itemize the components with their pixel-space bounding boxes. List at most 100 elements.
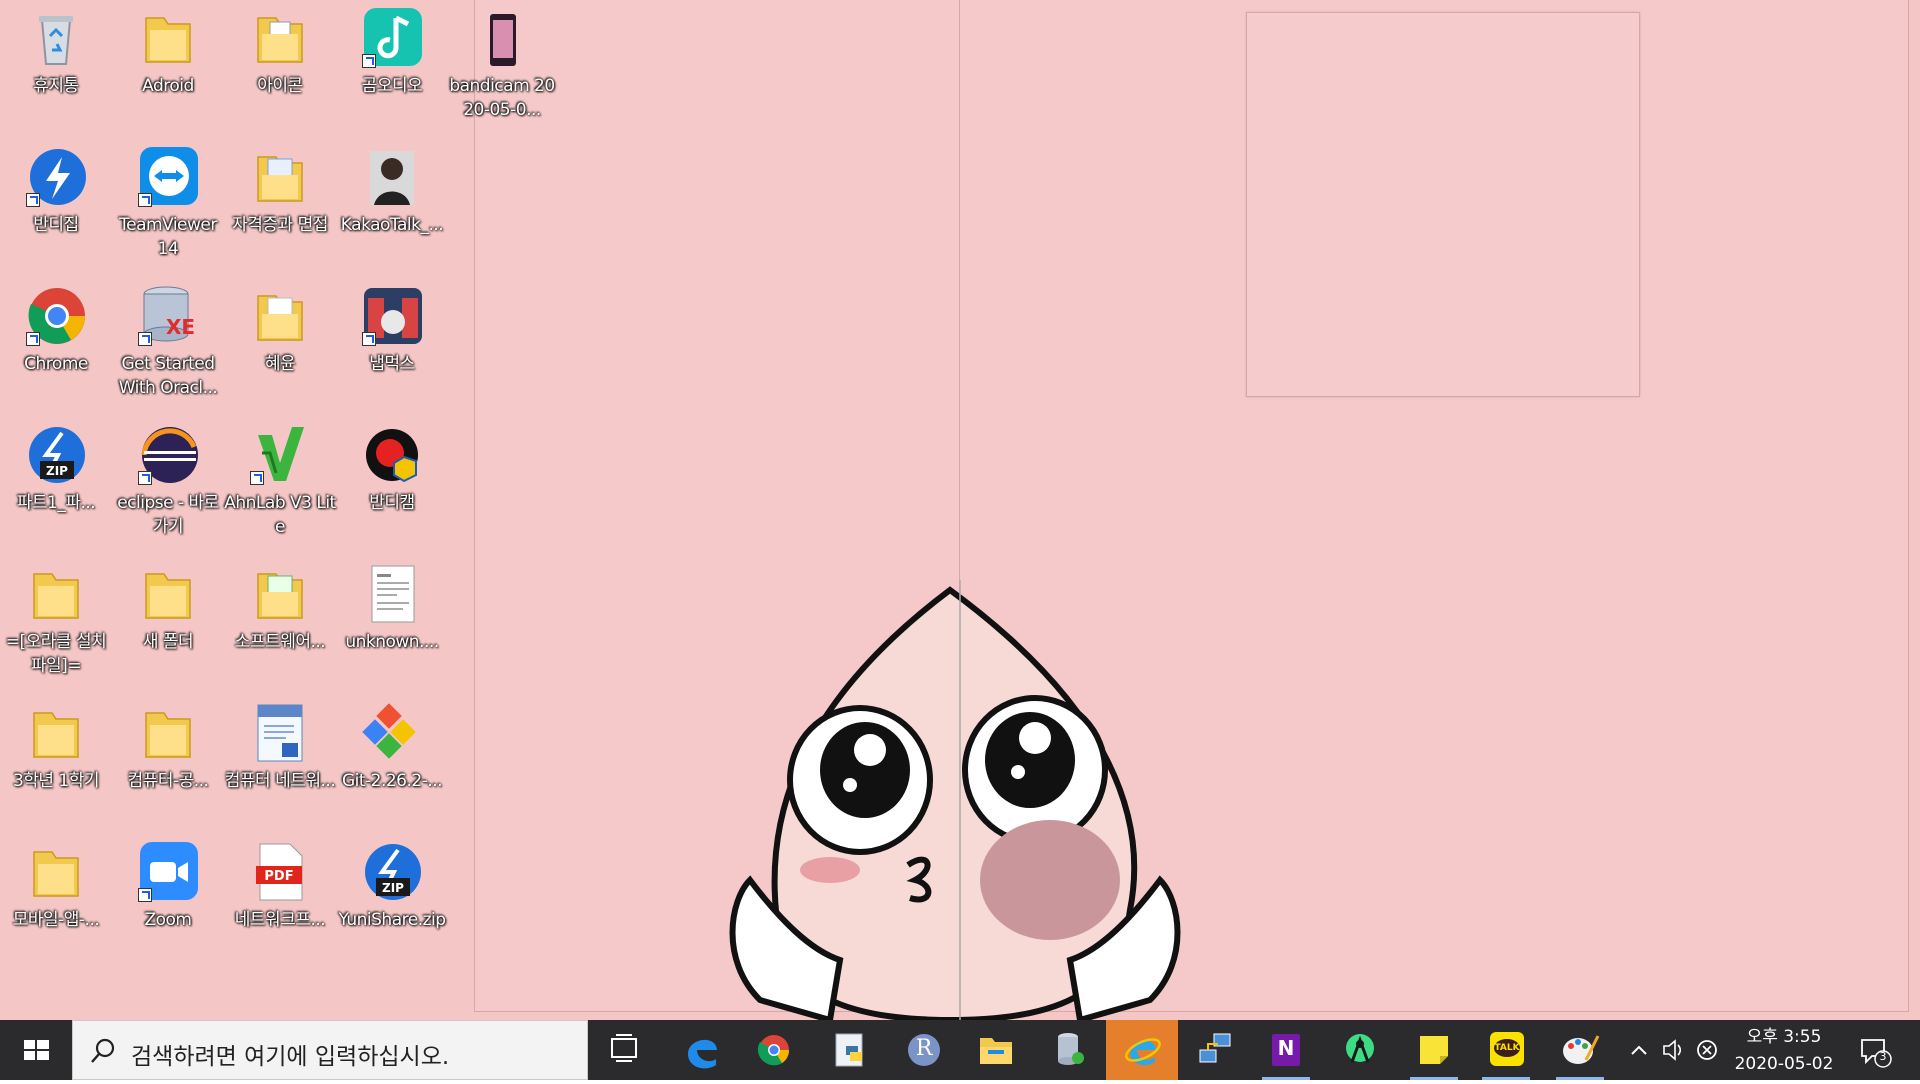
desktop-icon-ahnlab-v3[interactable]: AhnLab V3 Lite: [224, 417, 336, 539]
taskbar-app-internet-explorer[interactable]: [1106, 1020, 1178, 1080]
desktop-icon-certificate-folder[interactable]: 자격증과 면접: [224, 139, 336, 237]
desktop-icon-bandicam[interactable]: 반디캠: [336, 417, 448, 515]
taskbar-app-chrome[interactable]: [738, 1020, 810, 1080]
desktop-icon-recycle-bin[interactable]: 휴지통: [0, 0, 112, 98]
clock-time: 오후 3:55: [1746, 1027, 1822, 1047]
git-installer-icon: [360, 701, 424, 765]
taskbar-app-file-explorer[interactable]: [960, 1020, 1032, 1080]
folder-icon: [136, 562, 200, 626]
database-icon: [1058, 1033, 1084, 1065]
desktop-icon-mobile-app-folder[interactable]: 모바일-앱-...: [0, 834, 112, 932]
desktop-icon-hyeyun-folder[interactable]: 혜윤: [224, 278, 336, 376]
desktop-icon-icons-folder[interactable]: 아이콘: [224, 0, 336, 98]
desktop-icon-kakaotalk-photo[interactable]: KakaoTalk_...: [336, 139, 448, 237]
desktop-icon-computer-network-hwp[interactable]: 컴퓨터 네트워...: [224, 695, 336, 793]
taskbar-app-android-studio[interactable]: [1324, 1020, 1396, 1080]
desktop-icon-label: Git-2.26.2-...: [341, 771, 443, 791]
desktop-icon-label: 반디집: [33, 215, 79, 235]
desktop-icon-teamviewer[interactable]: TeamViewer 14: [112, 139, 224, 261]
bandizip-archive-icon: ZIP: [360, 840, 424, 904]
taskbar-app-python-file[interactable]: [814, 1020, 886, 1080]
network-icon: [1199, 1033, 1231, 1063]
shortcut-arrow-icon: [26, 193, 40, 207]
desktop-icon-grade3-semester1-folder[interactable]: 3학년 1학기: [0, 695, 112, 793]
desktop-icon-label: Adroid: [142, 76, 194, 96]
speaker-icon: [1663, 1039, 1682, 1061]
desktop-icon-adroid[interactable]: Adroid: [112, 0, 224, 98]
desktop-icon-nepmax[interactable]: 냅먹스: [336, 278, 448, 376]
taskbar-app-network[interactable]: [1178, 1020, 1250, 1080]
teamviewer-icon: [136, 145, 200, 209]
desktop-icon-git-installer[interactable]: Git-2.26.2-...: [336, 695, 448, 793]
notification-count-badge: 3: [1879, 1050, 1887, 1063]
taskbar-app-paint[interactable]: [1544, 1020, 1616, 1080]
search-box[interactable]: 검색하려면 여기에 입력하십시오.: [72, 1020, 588, 1080]
desktop-icon-bandizip[interactable]: 반디집: [0, 139, 112, 237]
chevron-up-icon: [1631, 1045, 1647, 1055]
folder-icon: [248, 6, 312, 70]
shortcut-arrow-icon: [250, 471, 264, 485]
desktop-icon-label: bandicam 2020-05-0...: [449, 76, 555, 120]
desktop-icon-yunishare-zip[interactable]: ZIP YuniShare.zip: [336, 834, 448, 932]
task-view-icon: [611, 1034, 637, 1062]
bandicam-icon: [360, 423, 424, 487]
start-button[interactable]: [0, 1020, 72, 1080]
desktop-icon-eclipse[interactable]: eclipse - 바로 가기: [112, 417, 224, 539]
desktop-icon-label: Chrome: [24, 354, 88, 374]
show-hidden-icons-button[interactable]: [1622, 1020, 1656, 1080]
shortcut-arrow-icon: [138, 471, 152, 485]
taskbar-app-r[interactable]: R: [888, 1020, 960, 1080]
wallpaper-square: [1246, 12, 1640, 397]
folder-icon: [24, 840, 88, 904]
desktop-icon-label: 자격증과 면접: [232, 215, 328, 235]
hwp-document-icon: [248, 701, 312, 765]
taskbar-app-edge[interactable]: [666, 1020, 738, 1080]
volume-button[interactable]: [1656, 1020, 1690, 1080]
android-studio-icon: [1346, 1034, 1374, 1063]
bandizip-archive-icon: ZIP: [24, 423, 88, 487]
desktop-icon-label: 네트워크프...: [234, 910, 326, 930]
desktop-icon-network-pdf[interactable]: PDF 네트워크프...: [224, 834, 336, 932]
desktop-icon-label: 소프트웨어...: [234, 632, 326, 652]
desktop-icon-chrome[interactable]: Chrome: [0, 278, 112, 376]
taskbar-app-sticky-notes[interactable]: [1398, 1020, 1470, 1080]
windows-logo-icon: [24, 1040, 49, 1060]
desktop-icon-gom-audio[interactable]: 곰오디오: [336, 0, 448, 98]
desktop-icon-oracle-xe[interactable]: XE Get Started With Oracl...: [112, 278, 224, 400]
network-status-button[interactable]: [1690, 1020, 1724, 1080]
gom-audio-icon: [360, 6, 424, 70]
desktop-icon-unknown-file[interactable]: unknown....: [336, 556, 448, 654]
desktop-icon-bandicam-video[interactable]: bandicam 2020-05-0...: [446, 0, 558, 122]
notification-icon: [1861, 1039, 1892, 1068]
chrome-icon: [24, 284, 88, 348]
desktop-icon-zoom[interactable]: Zoom: [112, 834, 224, 932]
desktop-icon-software-folder[interactable]: 소프트웨어...: [224, 556, 336, 654]
taskbar-app-kakaotalk[interactable]: TALK: [1470, 1020, 1542, 1080]
recycle-bin-icon: [24, 6, 88, 70]
svg-text:ZIP: ZIP: [382, 881, 404, 895]
taskbar-app-database[interactable]: [1034, 1020, 1106, 1080]
desktop-icon-computer-eng-folder[interactable]: 컴퓨터-공...: [112, 695, 224, 793]
shortcut-arrow-icon: [362, 54, 376, 68]
desktop-icon-oracle-install-folder[interactable]: =[오라클 설치 파일]=: [0, 556, 112, 678]
desktop-icon-part1-zip[interactable]: ZIP 파트1_파...: [0, 417, 112, 515]
taskbar-app-onenote[interactable]: N: [1250, 1020, 1322, 1080]
desktop-icon-label: =[오라클 설치 파일]=: [5, 632, 107, 676]
desktop-icon-label: Get Started With Oracl...: [118, 354, 218, 398]
photo-thumbnail-icon: [360, 145, 424, 209]
desktop-icon-label: 파트1_파...: [16, 493, 96, 513]
pdf-icon: PDF: [248, 840, 312, 904]
task-view-button[interactable]: [588, 1020, 660, 1080]
search-icon: [91, 1038, 115, 1063]
action-center-button[interactable]: 3: [1852, 1020, 1896, 1080]
edge-icon: [688, 1039, 717, 1069]
ahnlab-v3-icon: [248, 423, 312, 487]
desktop-icon-label: KakaoTalk_...: [340, 215, 444, 235]
desktop-icon-new-folder[interactable]: 새 폴더: [112, 556, 224, 654]
zoom-icon: [136, 840, 200, 904]
desktop-icon-label: 모바일-앱-...: [12, 910, 100, 930]
clock[interactable]: 오후 3:55 2020-05-02: [1722, 1024, 1846, 1078]
folder-icon: [136, 701, 200, 765]
document-icon: [360, 562, 424, 626]
desktop-icon-label: TeamViewer 14: [119, 215, 217, 259]
